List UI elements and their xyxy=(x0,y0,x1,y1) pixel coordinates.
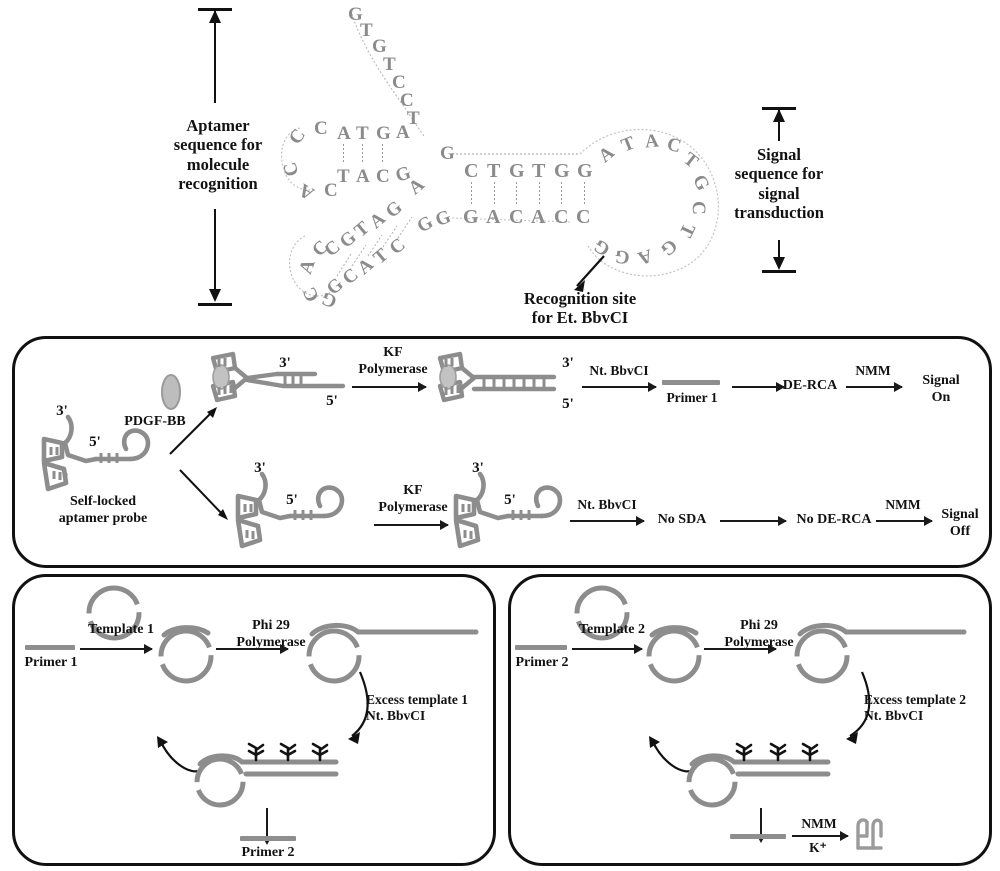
excess-template-2-arrow xyxy=(649,671,871,773)
excess-2-line-1: Excess template 2 xyxy=(864,692,966,707)
figure-canvas: Aptamer sequence for molecule recognitio… xyxy=(0,0,1000,871)
arrow-nmm-bottom xyxy=(792,831,849,841)
excess-template-2-label: Excess template 2 Nt. BbvCI xyxy=(864,692,988,724)
arrow-to-gquadruplex xyxy=(756,808,766,843)
potassium-ion-label: K⁺ xyxy=(809,840,827,855)
excess-2-line-2: Nt. BbvCI xyxy=(864,707,924,723)
g-quadruplex-icon xyxy=(856,818,883,850)
g-rich-strand-icon xyxy=(730,834,786,839)
nicked-rca-product-2-icon xyxy=(686,742,831,808)
nmm-label-bottom: NMM xyxy=(801,816,837,831)
